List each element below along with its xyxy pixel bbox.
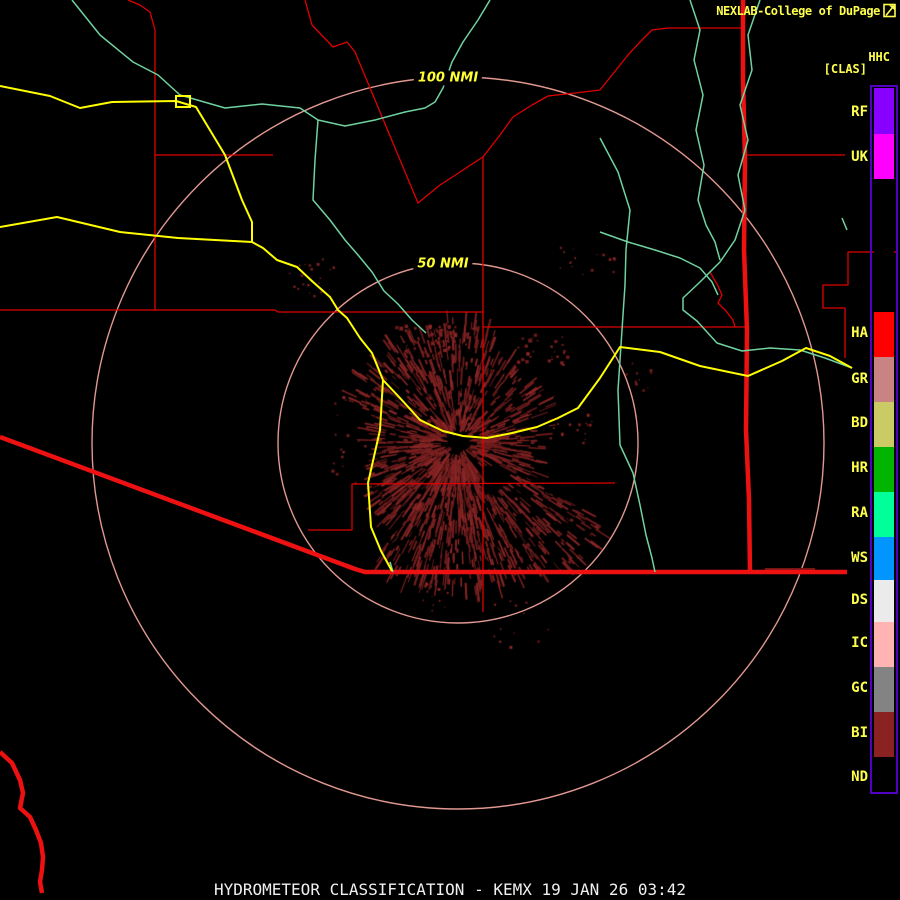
brand-text: NEXLAB-College of DuPage <box>716 3 880 18</box>
county-lines-polyline <box>0 309 483 313</box>
legend-swatch-unused <box>874 179 894 312</box>
legend-label-rf: RF <box>851 104 868 120</box>
legend-swatch-bi <box>874 712 894 757</box>
legend-swatch-ha <box>874 312 894 357</box>
legend-swatch-gr <box>874 357 894 402</box>
legend-swatch-hr <box>874 447 894 492</box>
legend-swatch-bd <box>874 402 894 447</box>
rivers-polyline <box>599 137 656 573</box>
thick-borders-polyline <box>0 434 847 575</box>
thick-borders-polyline <box>0 750 46 894</box>
rivers-polyline <box>312 119 427 334</box>
header-brand: NEXLAB-College of DuPage <box>716 3 897 18</box>
legend-swatch-ds <box>874 580 894 622</box>
legend-label-hr: HR <box>851 460 868 476</box>
legend-swatch-ic <box>874 622 894 667</box>
rivers-polyline <box>689 0 721 261</box>
legend-swatch-ra <box>874 492 894 537</box>
legend-label-ic: IC <box>851 635 868 651</box>
product-title: HYDROMETEOR CLASSIFICATION - KEMX 19 JAN… <box>213 880 686 899</box>
legend-label-ds: DS <box>851 592 868 608</box>
legend-swatch-gc <box>874 667 894 712</box>
ring-label-100-nmi: 100 NMI <box>413 70 483 86</box>
legend-label-gr: GR <box>851 371 868 387</box>
range-ring-100-nmi <box>91 76 825 810</box>
rivers-polyline <box>599 231 719 296</box>
legend-swatch-nd <box>874 757 894 790</box>
county-lines-polyline <box>308 482 616 531</box>
highways-polyline <box>0 216 253 243</box>
legend-swatch-uk <box>874 134 894 179</box>
legend-swatch-rf <box>874 88 894 134</box>
legend-label-bd: BD <box>851 415 868 431</box>
legend-label-ws: WS <box>851 550 868 566</box>
county-lines-polyline <box>304 0 742 204</box>
legend-label-bi: BI <box>851 725 868 741</box>
rivers-polyline <box>682 0 853 369</box>
square-diagonal-icon <box>883 3 896 18</box>
product-code: HHC <box>868 50 890 64</box>
rivers-polyline <box>841 217 848 231</box>
county-lines-polyline <box>709 271 736 328</box>
legend-swatch-ws <box>874 537 894 580</box>
radar-viewer-screen: 50 NMI 100 NMI NEXLAB-College of DuPage H… <box>0 0 900 900</box>
legend-label-uk: UK <box>851 149 868 165</box>
legend-label-ha: HA <box>851 325 868 341</box>
rivers-polyline <box>71 0 491 127</box>
legend-label-ra: RA <box>851 505 868 521</box>
map-overlay <box>0 0 898 894</box>
product-tag: [CLAS] <box>823 62 867 76</box>
ring-label-50-nmi: 50 NMI <box>413 256 473 272</box>
range-ring-50-nmi <box>277 262 639 624</box>
legend-label-gc: GC <box>851 680 868 696</box>
highways-polyline <box>367 379 393 572</box>
legend-label-nd: ND <box>851 769 868 785</box>
